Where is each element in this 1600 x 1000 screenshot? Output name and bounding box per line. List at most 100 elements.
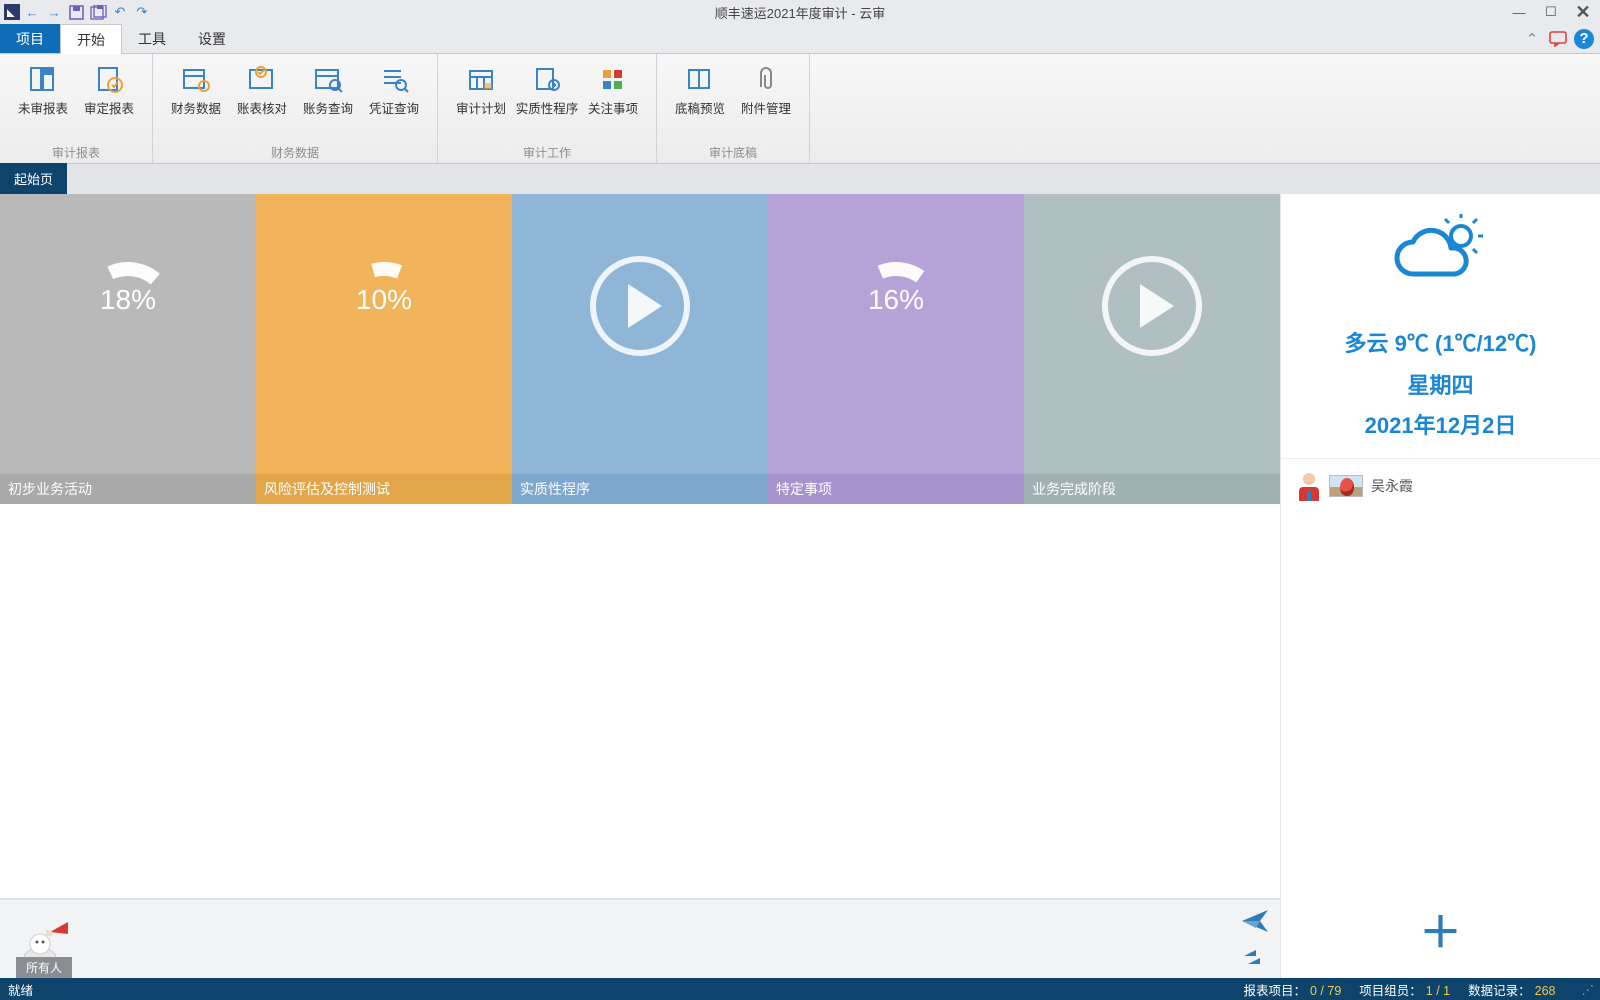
chat-toolbar: 所有人 <box>0 898 1280 978</box>
tab-project[interactable]: 项目 <box>0 24 60 53</box>
table-search-icon <box>311 64 345 94</box>
tile-percent: 16% <box>868 284 924 316</box>
calendar-icon <box>464 64 498 94</box>
weather-summary: 多云 9℃ (1℃/12℃) <box>1345 326 1537 358</box>
ribbon-tabs: 项目 开始 工具 设置 ⌃ ? <box>0 24 1600 54</box>
workpaper-preview-button[interactable]: 底稿预览 <box>667 60 733 117</box>
status-bar: 就绪 报表项目：0 / 79 项目组员：1 / 1 数据记录：268 ⋰ <box>0 978 1600 1000</box>
audited-report-button[interactable]: 审定报表 <box>76 60 142 117</box>
ribbon-group-finance-data: 财务数据 账表核对 账务查询 凭证查询 财务数据 <box>153 54 438 163</box>
ribbon-label: 财务数据 <box>171 98 221 117</box>
ribbon-group-label: 审计底稿 <box>657 141 809 163</box>
chat-recipient-tag[interactable]: 所有人 <box>16 957 72 978</box>
sheet-check-icon <box>92 64 126 94</box>
maximize-button[interactable]: ☐ <box>1538 3 1564 21</box>
account-check-button[interactable]: 账表核对 <box>229 60 295 117</box>
quick-access-toolbar: ← → ↶ ↷ <box>0 2 152 22</box>
ribbon-group-audit-report: 未审报表 审定报表 审计报表 <box>0 54 153 163</box>
content-area <box>0 504 1280 898</box>
attachment-mgmt-button[interactable]: 附件管理 <box>733 60 799 117</box>
tab-tools[interactable]: 工具 <box>122 24 182 53</box>
ribbon-label: 审计计划 <box>456 98 506 117</box>
ribbon-group-label: 审计工作 <box>438 141 656 163</box>
page-tab-strip: 起始页 <box>0 164 1600 194</box>
tile-percent: 18% <box>100 284 156 316</box>
ribbon: 未审报表 审定报表 审计报表 财务数据 账表核对 账务查询 <box>0 54 1600 164</box>
tile-risk-assessment[interactable]: 10% 风险评估及控制测试 <box>256 194 512 504</box>
undo-button[interactable]: ↶ <box>110 2 130 22</box>
play-icon <box>585 256 695 366</box>
nav-forward-button[interactable]: → <box>44 2 64 22</box>
table-gear-icon <box>179 64 213 94</box>
window-controls: — ☐ ✕ <box>1506 3 1596 21</box>
ribbon-label: 关注事项 <box>588 98 638 117</box>
voucher-query-button[interactable]: 凭证查询 <box>361 60 427 117</box>
ribbon-label: 底稿预览 <box>675 98 725 117</box>
audit-plan-button[interactable]: 审计计划 <box>448 60 514 117</box>
info-panel: 多云 9℃ (1℃/12℃) 星期四 2021年12月2日 吴永霞 ＋ <box>1280 194 1600 978</box>
ribbon-label: 附件管理 <box>741 98 791 117</box>
weather-date: 2021年12月2日 <box>1365 408 1517 440</box>
chat-bubble-icon[interactable] <box>1548 29 1568 49</box>
close-button[interactable]: ✕ <box>1570 3 1596 21</box>
unaudited-report-button[interactable]: 未审报表 <box>10 60 76 117</box>
ribbon-group-label: 财务数据 <box>153 141 437 163</box>
add-user-button[interactable]: ＋ <box>1419 899 1461 960</box>
weather-weekday: 星期四 <box>1407 368 1473 400</box>
team-member-row[interactable]: 吴永霞 <box>1281 458 1600 501</box>
save-button[interactable] <box>66 2 86 22</box>
save-all-button[interactable] <box>88 2 108 22</box>
ribbon-label: 审定报表 <box>84 98 134 117</box>
help-icon[interactable]: ? <box>1574 29 1594 49</box>
finance-data-button[interactable]: 财务数据 <box>163 60 229 117</box>
tab-settings[interactable]: 设置 <box>182 24 242 53</box>
window-title: 顺丰速运2021年度审计 - 云审 <box>715 3 885 22</box>
ribbon-group-workpaper: 底稿预览 附件管理 审计底稿 <box>657 54 810 163</box>
send-icon[interactable] <box>1240 908 1270 941</box>
ribbon-label: 账表核对 <box>237 98 287 117</box>
main-area: 18% 初步业务活动 10% 风险评估及控制测试 实质性程序 16% 特定事项 <box>0 194 1600 978</box>
history-icon[interactable] <box>1240 947 1270 976</box>
tile-specific[interactable]: 16% 特定事项 <box>768 194 1024 504</box>
account-query-button[interactable]: 账务查询 <box>295 60 361 117</box>
dashboard-tiles: 18% 初步业务活动 10% 风险评估及控制测试 实质性程序 16% 特定事项 <box>0 194 1280 504</box>
page-tab-start[interactable]: 起始页 <box>0 163 67 194</box>
status-ready: 就绪 <box>8 980 33 999</box>
title-bar: ← → ↶ ↷ 顺丰速运2021年度审计 - 云审 — ☐ ✕ <box>0 0 1600 24</box>
tile-preliminary[interactable]: 18% 初步业务活动 <box>0 194 256 504</box>
redo-button[interactable]: ↷ <box>132 2 152 22</box>
status-records: 数据记录：268 <box>1468 980 1555 999</box>
play-icon <box>1097 256 1207 366</box>
ribbon-group-label: 审计报表 <box>0 141 152 163</box>
user-avatar-icon <box>1329 475 1363 497</box>
tile-label: 实质性程序 <box>512 474 768 504</box>
tile-label: 风险评估及控制测试 <box>256 474 512 504</box>
user-silhouette-icon <box>1297 471 1321 501</box>
ribbon-label: 未审报表 <box>18 98 68 117</box>
ribbon-group-audit-work: 审计计划 实质性程序 关注事项 审计工作 <box>438 54 657 163</box>
tile-label: 初步业务活动 <box>0 474 256 504</box>
resize-grip-icon[interactable]: ⋰ <box>1582 982 1593 997</box>
ribbon-label: 实质性程序 <box>516 98 579 117</box>
user-name-label: 吴永霞 <box>1371 476 1413 496</box>
tile-completion[interactable]: 业务完成阶段 <box>1024 194 1280 504</box>
tab-start[interactable]: 开始 <box>60 24 122 54</box>
attention-items-button[interactable]: 关注事项 <box>580 60 646 117</box>
table-check-icon <box>245 64 279 94</box>
ribbon-label: 凭证查询 <box>369 98 419 117</box>
status-report-items: 报表项目：0 / 79 <box>1243 980 1341 999</box>
ribbon-label: 账务查询 <box>303 98 353 117</box>
collapse-ribbon-icon[interactable]: ⌃ <box>1522 29 1542 49</box>
paperclip-icon <box>749 64 783 94</box>
tile-substantive[interactable]: 实质性程序 <box>512 194 768 504</box>
list-search-icon <box>377 64 411 94</box>
tile-percent: 10% <box>356 284 412 316</box>
nav-back-button[interactable]: ← <box>22 2 42 22</box>
tile-label: 特定事项 <box>768 474 1024 504</box>
substantive-proc-button[interactable]: 实质性程序 <box>514 60 580 117</box>
sheet-zoom-icon <box>530 64 564 94</box>
weather-icon <box>1393 214 1488 294</box>
minimize-button[interactable]: — <box>1506 3 1532 21</box>
book-icon <box>683 64 717 94</box>
status-team: 项目组员：1 / 1 <box>1359 980 1450 999</box>
